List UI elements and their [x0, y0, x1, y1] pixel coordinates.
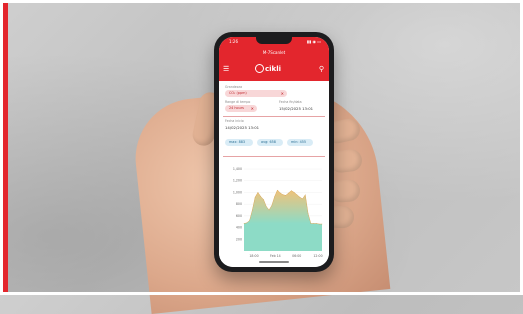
data-point — [302, 198, 303, 200]
data-point — [279, 192, 281, 194]
start-label: Fecha inicio — [225, 119, 244, 123]
y-tick-label: 400 — [236, 226, 242, 230]
y-tick-label: 200 — [236, 237, 242, 241]
x-tick-label: Feb 14 — [270, 254, 281, 258]
data-point — [282, 194, 284, 196]
divider — [223, 156, 325, 157]
range-chip[interactable]: 24 hours ✕ — [225, 105, 257, 112]
data-point — [246, 222, 248, 224]
y-tick-label: 1,000 — [233, 190, 242, 194]
data-point — [257, 192, 259, 193]
status-time: 1:26 — [229, 39, 238, 44]
measurement-value: CO₂ (ppm) — [229, 91, 247, 95]
logo-mark-icon — [255, 64, 264, 73]
y-tick-label: 1,200 — [233, 179, 242, 183]
home-indicator — [259, 261, 289, 263]
divider — [223, 116, 325, 117]
x-tick-label: 06:00 — [292, 254, 301, 258]
data-point — [305, 194, 306, 196]
data-point — [263, 199, 264, 200]
data-point — [252, 209, 253, 211]
data-point — [249, 220, 250, 221]
data-point — [266, 206, 267, 207]
end-value[interactable]: 15/02/2025 13:01 — [279, 106, 313, 111]
data-point — [243, 223, 245, 224]
phone-notch — [256, 37, 292, 44]
stat-chip-avg: avg: 658 — [257, 139, 283, 146]
y-tick-label: 800 — [236, 202, 242, 206]
y-tick-label: 600 — [236, 214, 242, 218]
clear-icon[interactable]: ✕ — [281, 90, 284, 97]
range-label: Range di tempo — [225, 100, 251, 104]
data-point — [254, 196, 256, 198]
co2-chart: 1,400 1,200 1,000 800 600 400 200 18:00 Feb 14 06… — [233, 167, 323, 258]
brand-stripe — [0, 0, 8, 295]
end-label: Fecha fin/data — [279, 100, 302, 104]
data-point — [285, 195, 287, 196]
data-point — [296, 194, 298, 196]
stat-chip-min: min: 455 — [287, 139, 313, 146]
x-tick-label: 18:00 — [249, 254, 258, 258]
data-point — [307, 213, 309, 214]
app-logo: cikli — [265, 65, 282, 73]
data-point — [268, 209, 270, 211]
user-icon[interactable]: ⚲ — [319, 65, 324, 73]
data-point — [310, 223, 312, 224]
data-point — [274, 196, 275, 197]
device-title: M-7Scanlet — [219, 47, 329, 59]
app-header: ☰ cikli ⚲ — [219, 59, 329, 81]
stat-avg: avg: 658 — [261, 140, 276, 144]
stat-max: max: 883 — [229, 140, 246, 144]
data-point — [313, 223, 314, 224]
data-point — [293, 192, 295, 193]
co2-area-series — [244, 190, 322, 251]
data-point — [291, 190, 292, 191]
status-indicators: ▮▮ ◉ ▭ — [306, 39, 321, 44]
x-tick-label: 12:00 — [313, 254, 322, 258]
data-point — [288, 192, 289, 194]
measurement-label: Grandezza — [225, 85, 243, 89]
data-point — [316, 223, 317, 224]
data-point — [277, 189, 278, 191]
data-point — [260, 196, 261, 197]
stat-min: min: 455 — [291, 140, 307, 144]
range-value: 24 hours — [229, 106, 244, 110]
data-point — [318, 223, 320, 225]
measurement-chip[interactable]: CO₂ (ppm) ✕ — [225, 90, 287, 97]
data-point — [321, 223, 323, 225]
data-point — [299, 196, 300, 198]
phone: 1:26 ▮▮ ◉ ▭ M-7Scanlet ☰ cikli ⚲ Grandez… — [214, 32, 334, 272]
data-point — [271, 205, 273, 206]
phone-screen: 1:26 ▮▮ ◉ ▭ M-7Scanlet ☰ cikli ⚲ Grandez… — [219, 37, 329, 267]
start-value[interactable]: 14/02/2025 13:01 — [225, 125, 259, 130]
menu-icon[interactable]: ☰ — [223, 66, 230, 73]
stat-chip-max: max: 883 — [225, 139, 253, 146]
y-tick-label: 1,400 — [233, 167, 242, 171]
clear-icon[interactable]: ✕ — [251, 105, 254, 112]
